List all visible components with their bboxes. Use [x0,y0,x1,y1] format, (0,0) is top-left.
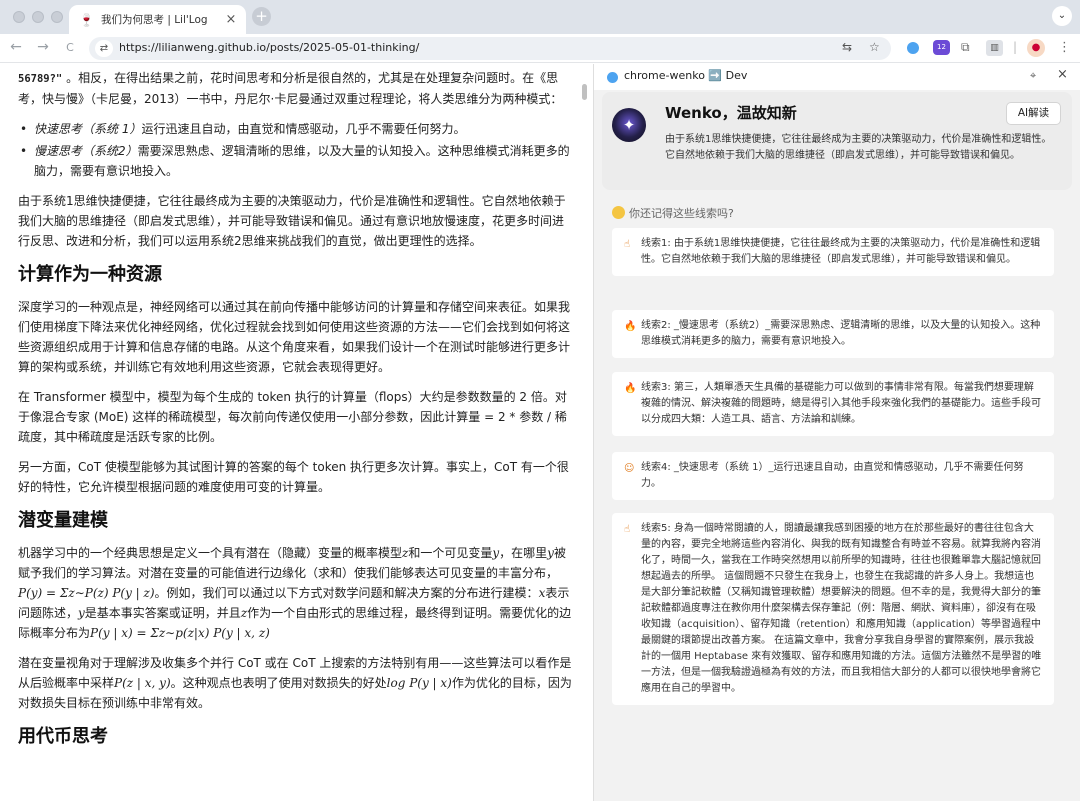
site-settings-icon[interactable]: ⇄ [95,40,113,57]
extensions-puzzle-icon[interactable]: ⧉ [961,40,970,55]
smile-icon: ☺ [624,463,635,474]
close-icon[interactable]: × [1057,67,1068,82]
bookmark-star-icon[interactable]: ☆ [869,40,880,54]
tab-search-chevron-icon[interactable]: ⌄ [1052,6,1072,26]
clue-card[interactable]: ☝ 线索5: 身為一個時常閱讀的人，閱讀最讓我感到困擾的地方在於那些最好的書往往… [612,513,1054,705]
hero-title: Wenko，温故知新 [665,104,797,122]
window-zoom-button[interactable] [51,11,63,23]
toolbar-separator: | [1013,40,1018,54]
tab-strip: 🍷 我们为何思考 | Lil'Log × + ⌄ [0,0,1080,34]
side-panel-header: chrome-wenko ➡️ Dev ⌖ × [594,64,1080,90]
side-panel: chrome-wenko ➡️ Dev ⌖ × ✦ Wenko，温故知新 AI解… [594,64,1080,801]
list-item: 快速思考（系统 1）运行迅速且自动，由直觉和情感驱动，几乎不需要任何努力。 [20,119,573,139]
recall-heading: 你还记得这些线索吗? [612,205,734,221]
math-formula: P(y | x) = Σz∼p(z|x) P(y | x, z) [90,626,270,640]
clue-text: 线索2: _慢速思考（系统2）_需要深思熟虑、逻辑清晰的思维，以及大量的认知投入… [641,320,1041,347]
extension-badge-icon[interactable]: 12 [933,40,950,55]
sparkle-logo-icon: ✦ [612,108,646,142]
latent-paragraph-1: 机器学习中的一个经典思想是定义一个具有潜在（隐藏）变量的概率模型z和一个可见变量… [18,546,572,640]
pin-icon[interactable]: ⌖ [1030,69,1036,83]
article-content: 56789?" 。相反，在得出结果之前，花时间思考和分析是很自然的，尤其是在处理… [0,64,593,801]
extension-blue-icon[interactable] [907,42,919,54]
side-panel-icon[interactable]: ▥ [986,40,1003,56]
wenko-hero-card: ✦ Wenko，温故知新 AI解读 由于系统1思维快捷便捷，它往往最终成为主要的… [602,92,1072,190]
compute-paragraph-1: 深度学习的一种观点是，神经网络可以通过其在前向传播中能够访问的计算量和存储空间来… [18,300,571,374]
code-snippet: 56789?" [18,73,63,85]
tab-title: 我们为何思考 | Lil'Log [101,14,208,26]
fire-icon: 🔥 [624,383,637,394]
window-close-button[interactable] [13,11,25,23]
clue-card[interactable]: ☝ 线索1: 由于系统1思维快捷便捷，它往往最终成为主要的决策驱动力，代价是准确… [612,228,1054,276]
extension-globe-icon [607,72,618,83]
side-panel-title: chrome-wenko ➡️ Dev [624,69,748,82]
reload-icon[interactable]: C [61,41,79,54]
back-arrow-icon[interactable]: ← [7,39,25,55]
section-heading-tokens: 用代币思考 [18,726,108,747]
clue-text: 线索4: _快速思考（系统 1）_运行迅速且自动，由直觉和情感驱动，几乎不需要任… [641,462,1024,489]
profile-avatar[interactable]: ● [1027,39,1045,57]
address-bar[interactable]: ⇄ https://lilianweng.github.io/posts/202… [89,37,891,60]
translate-icon[interactable]: ⇆ [842,40,852,54]
clue-card[interactable]: 🔥 线索2: _慢速思考（系统2）_需要深思熟虑、逻辑清晰的思维，以及大量的认知… [612,310,1054,358]
article-scrollbar[interactable] [582,84,587,100]
clue-text: 线索3: 第三，人類單憑天生具備的基礎能力可以做到的事情非常有限。每當我們想要理… [641,382,1041,425]
section-heading-compute: 计算作为一种资源 [18,264,162,285]
fire-icon: 🔥 [624,321,637,332]
wine-glass-icon: 🍷 [79,12,94,27]
clue-card[interactable]: 🔥 线索3: 第三，人類單憑天生具備的基礎能力可以做到的事情非常有限。每當我們想… [612,372,1054,436]
pointing-hand-icon: ☝ [624,524,631,535]
ai-interpret-button[interactable]: AI解读 [1006,102,1061,125]
pointing-hand-icon: ☝ [624,239,631,250]
browser-menu-icon[interactable]: ⋮ [1058,40,1071,55]
math-formula: P(z | x, y) [114,676,171,690]
tab-close-icon[interactable]: × [224,12,238,27]
latent-paragraph-2: 潜在变量视角对于理解涉及收集多个并行 CoT 或在 CoT 上搜索的方法特别有用… [18,656,572,710]
thinking-modes-list: 快速思考（系统 1）运行迅速且自动，由直觉和情感驱动，几乎不需要任何努力。 慢速… [20,119,573,181]
browser-tab[interactable]: 🍷 我们为何思考 | Lil'Log × [69,5,246,34]
hero-text: 由于系统1思维快捷便捷，它往往最终成为主要的决策驱动力，代价是准确性和逻辑性。它… [665,134,1052,161]
new-tab-button[interactable]: + [252,7,271,26]
thinking-face-icon [612,206,625,219]
compute-paragraph-3: 另一方面，CoT 使模型能够为其试图计算的答案的每个 token 执行更多次计算… [18,460,569,494]
clue-card[interactable]: ☺ 线索4: _快速思考（系统 1）_运行迅速且自动，由直觉和情感驱动，几乎不需… [612,452,1054,500]
system1-paragraph: 由于系统1思维快捷便捷，它往往最终成为主要的决策驱动力，代价是准确性和逻辑性。它… [18,194,566,248]
math-formula: P(y) = Σz∼P(z) P(y | z) [18,586,155,600]
section-heading-latent: 潜变量建模 [18,510,108,531]
math-formula: log P(y | x) [386,676,452,690]
url-text[interactable]: https://lilianweng.github.io/posts/2025-… [119,41,419,54]
compute-paragraph-2: 在 Transformer 模型中，模型为每个生成的 token 执行的计算量（… [18,390,567,444]
list-item: 慢速思考（系统2）需要深思熟虑、逻辑清晰的思维，以及大量的认知投入。这种思维模式… [20,141,573,181]
intro-paragraph: 56789?" 。相反，在得出结果之前，花时间思考和分析是很自然的，尤其是在处理… [18,71,563,106]
clue-text: 线索5: 身為一個時常閱讀的人，閱讀最讓我感到困擾的地方在於那些最好的書往往包含… [641,523,1042,694]
window-minimize-button[interactable] [32,11,44,23]
clue-text: 线索1: 由于系统1思维快捷便捷，它往往最终成为主要的决策驱动力，代价是准确性和… [641,238,1041,265]
forward-arrow-icon[interactable]: → [34,39,52,55]
